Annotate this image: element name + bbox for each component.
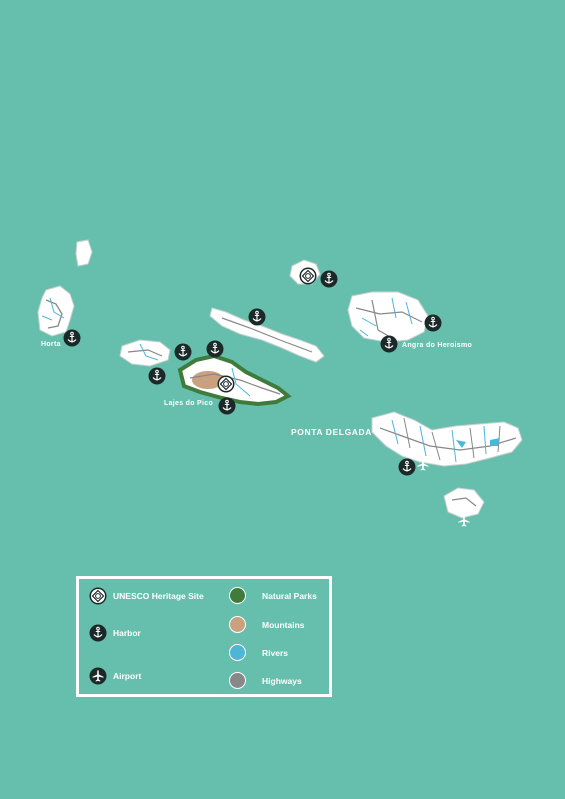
harbor-icon-sao-jorge-west-2 [148,367,166,385]
legend-rivers: Rivers [229,644,288,661]
legend-unesco-label: UNESCO Heritage Site [113,591,204,601]
legend-natural-parks: Natural Parks [229,587,317,604]
harbor-icon-sao-jorge-west-1 [174,343,192,361]
mountains-swatch [229,616,246,633]
harbor-icon-sao-jorge [248,308,266,326]
legend-highways: Highways [229,672,302,689]
unesco-icon-graciosa [299,267,317,285]
map-legend: UNESCO Heritage Site Harbor Airport Natu… [76,576,332,697]
label-ponta-delgada: PONTA DELGADA [291,427,372,437]
legend-highways-label: Highways [262,675,302,686]
harbor-icon-angra [380,335,398,353]
airplane-icon [89,667,107,685]
natural-parks-swatch [229,587,246,604]
harbor-icon-terceira-east [424,314,442,332]
island-sao-jorge-west [119,339,171,367]
unesco-icon-pico [217,375,235,393]
island-pico [177,353,292,407]
harbor-icon-ponta-delgada [398,458,416,476]
label-horta: Horta [41,341,61,348]
legend-natural-parks-label: Natural Parks [262,590,317,601]
legend-harbor: Harbor [89,624,141,642]
legend-airport: Airport [89,667,141,685]
harbor-icon-horta [63,329,81,347]
anchor-icon [89,624,107,642]
island-corvo [75,239,93,267]
legend-mountains: Mountains [229,616,305,633]
legend-airport-label: Airport [113,671,142,681]
harbor-icon-pico-north [206,340,224,358]
harbor-icon-graciosa [320,270,338,288]
harbor-icon-lajes [218,397,236,415]
legend-harbor-label: Harbor [113,628,141,638]
legend-mountains-label: Mountains [262,619,305,630]
legend-rivers-label: Rivers [262,647,288,658]
label-angra-do-heroismo: Angra do Heroismo [402,342,473,349]
island-santa-maria [443,487,485,519]
island-sao-miguel [371,411,523,467]
label-lajes-do-pico: Lajes do Pico [164,400,214,407]
island-terceira [347,291,429,343]
highways-swatch [229,672,246,689]
island-sao-jorge [209,307,325,363]
unesco-icon [89,587,107,605]
legend-unesco: UNESCO Heritage Site [89,587,204,605]
island-faial [37,285,75,337]
rivers-swatch [229,644,246,661]
